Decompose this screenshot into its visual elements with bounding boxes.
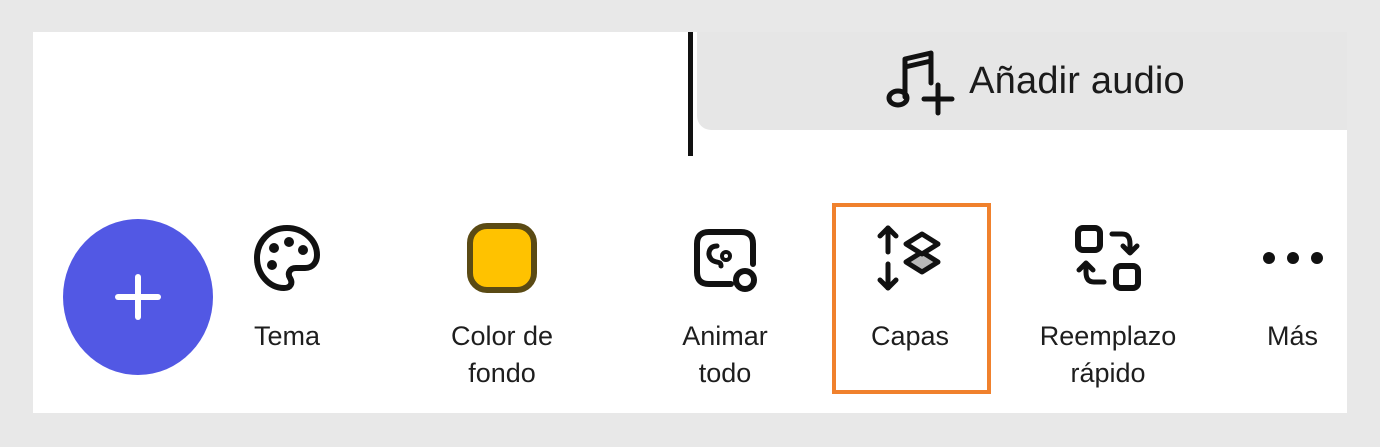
tool-color-de-fondo[interactable]: Color de fondo bbox=[427, 202, 577, 413]
tool-label: Más bbox=[1266, 321, 1318, 351]
tool-mas[interactable]: Más bbox=[1245, 202, 1340, 413]
tool-label: Tema bbox=[253, 321, 321, 351]
editor-panel: Añadir audio Tema Color de fondo Animar … bbox=[33, 32, 1347, 413]
tool-label: Capas bbox=[870, 321, 950, 351]
animate-icon bbox=[694, 229, 757, 292]
tool-tema[interactable]: Tema bbox=[222, 202, 352, 413]
timeline-playhead[interactable] bbox=[688, 32, 693, 156]
add-audio-label: Añadir audio bbox=[969, 59, 1185, 102]
tool-capas[interactable]: Capas bbox=[845, 202, 975, 413]
tool-label: Color de fondo bbox=[450, 321, 554, 388]
tool-reemplazo-rapido[interactable]: Reemplazo rápido bbox=[1028, 202, 1188, 413]
tool-animar-todo[interactable]: Animar todo bbox=[660, 202, 790, 413]
palette-icon bbox=[254, 225, 320, 291]
add-audio-button[interactable]: Añadir audio bbox=[697, 32, 1347, 130]
swap-icon bbox=[1075, 225, 1141, 291]
tool-label: Animar todo bbox=[682, 321, 768, 388]
music-note-add-icon bbox=[886, 50, 955, 116]
tool-label: Reemplazo rápido bbox=[1039, 321, 1177, 388]
add-button[interactable] bbox=[63, 219, 213, 375]
more-icon bbox=[1262, 252, 1323, 264]
plus-icon bbox=[115, 274, 161, 320]
color-swatch-icon bbox=[467, 223, 537, 293]
layers-icon bbox=[877, 225, 941, 291]
